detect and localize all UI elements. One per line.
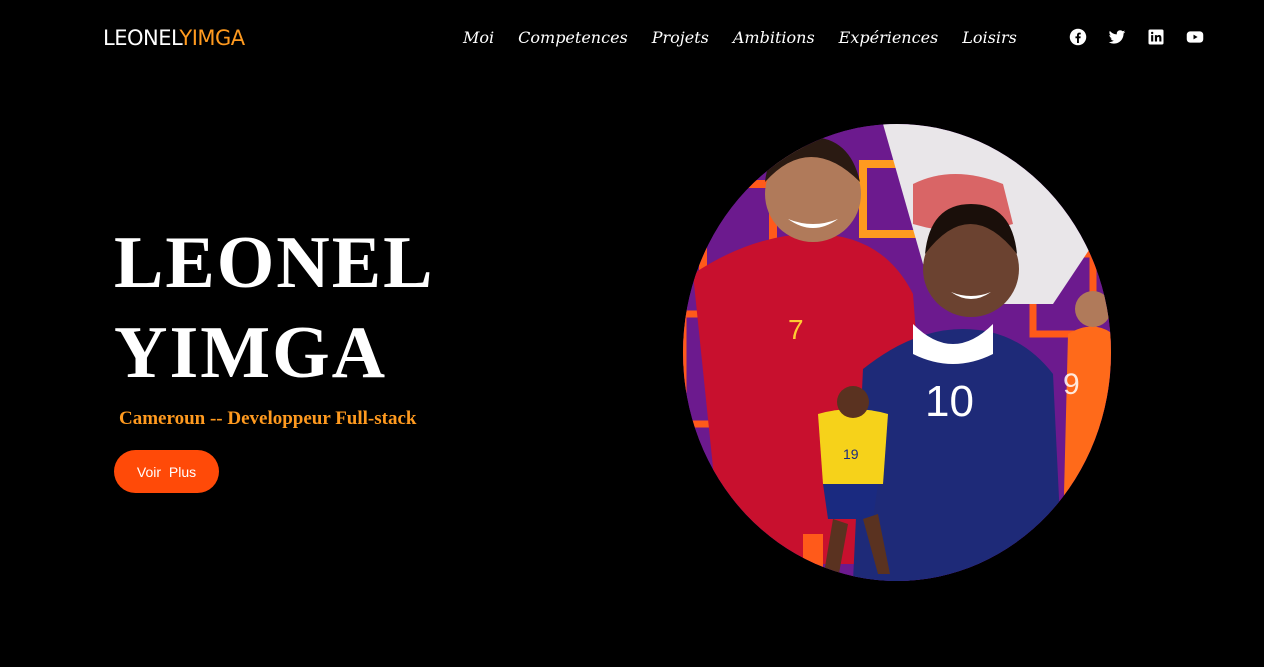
hero-subtitle: Cameroun -- Developpeur Full-stack xyxy=(119,408,417,429)
nav-item-ambitions[interactable]: Ambitions xyxy=(733,28,815,47)
nav-item-loisirs[interactable]: Loisirs xyxy=(962,28,1017,47)
twitter-icon[interactable] xyxy=(1108,28,1126,46)
youtube-icon[interactable] xyxy=(1186,28,1204,46)
voir-plus-button[interactable]: Voir Plus xyxy=(114,450,219,493)
jersey-number-small: 19 xyxy=(843,446,859,462)
social-links xyxy=(1069,28,1204,46)
facebook-icon[interactable] xyxy=(1069,28,1087,46)
jersey-number-center: 10 xyxy=(925,377,974,426)
nav-item-experiences[interactable]: Expériences xyxy=(839,28,939,47)
nav-item-projets[interactable]: Projets xyxy=(652,28,709,47)
nav-item-moi[interactable]: Moi xyxy=(463,28,494,47)
linkedin-icon[interactable] xyxy=(1147,28,1165,46)
logo-last-name: YIMGA xyxy=(179,26,245,50)
football-players-illustration: 7 9 10 19 xyxy=(683,124,1111,581)
football-players-image: 7 9 10 19 xyxy=(683,124,1111,581)
main-nav: Moi Competences Projets Ambitions Expéri… xyxy=(463,28,1017,47)
jersey-number-right: 9 xyxy=(1063,368,1080,401)
hero-title-line1: LEONEL xyxy=(114,222,435,304)
hero-title: LEONEL YIMGA xyxy=(114,218,434,398)
logo-first-name: LEONEL xyxy=(103,26,180,50)
site-logo[interactable]: LEONELYIMGA xyxy=(103,26,245,50)
jersey-number-left: 7 xyxy=(788,314,804,345)
hero-title-line2: YIMGA xyxy=(114,312,388,394)
nav-item-competences[interactable]: Competences xyxy=(518,28,628,47)
